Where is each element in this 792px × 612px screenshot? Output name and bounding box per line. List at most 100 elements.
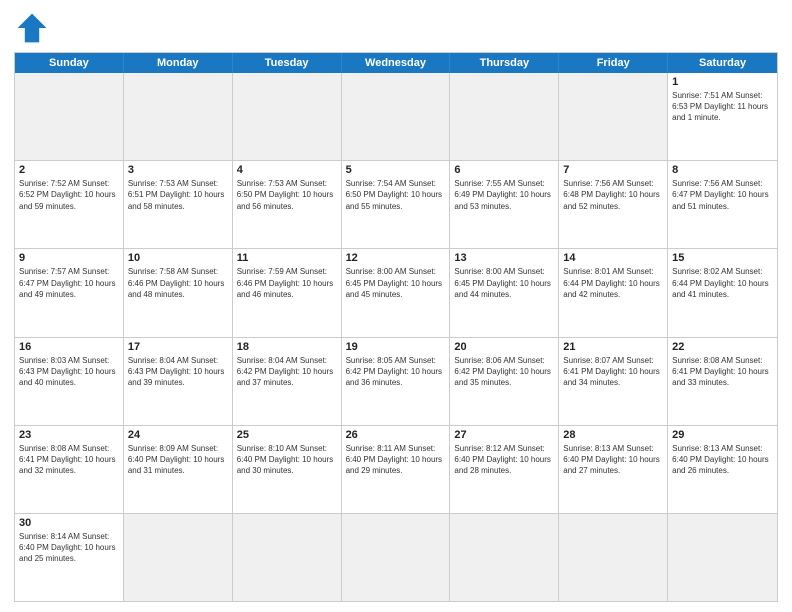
day-header-monday: Monday <box>124 53 233 73</box>
day-info: Sunrise: 8:13 AM Sunset: 6:40 PM Dayligh… <box>563 443 663 477</box>
day-info: Sunrise: 8:00 AM Sunset: 6:45 PM Dayligh… <box>454 266 554 300</box>
week-row-1: 2Sunrise: 7:52 AM Sunset: 6:52 PM Daylig… <box>15 161 777 249</box>
day-number: 30 <box>19 517 119 529</box>
day-cell: 5 Sunrise: 7:54 AM Sunset: 6:50 PM Daylig… <box>342 161 451 248</box>
day-info: Sunrise: 8:04 AM Sunset: 6:43 PM Dayligh… <box>128 355 228 389</box>
week-row-2: 9 Sunrise: 7:57 AM Sunset: 6:47 PM Daylig… <box>15 249 777 337</box>
day-header-friday: Friday <box>559 53 668 73</box>
day-cell: 22 Sunrise: 8:08 AM Sunset: 6:41 PM Dayli… <box>668 338 777 425</box>
day-cell <box>342 73 451 160</box>
day-cell: 1 Sunrise: 7:51 AM Sunset: 6:53 PM Daylig… <box>668 73 777 160</box>
day-number: 24 <box>128 429 228 441</box>
day-cell: 28 Sunrise: 8:13 AM Sunset: 6:40 PM Dayli… <box>559 426 668 513</box>
day-cell: 27Sunrise: 8:12 AM Sunset: 6:40 PM Dayli… <box>450 426 559 513</box>
day-number: 10 <box>128 252 228 264</box>
day-number: 17 <box>128 341 228 353</box>
day-number: 19 <box>346 341 446 353</box>
day-number: 11 <box>237 252 337 264</box>
day-info: Sunrise: 7:53 AM Sunset: 6:50 PM Dayligh… <box>237 178 337 212</box>
day-cell: 19 Sunrise: 8:05 AM Sunset: 6:42 PM Dayli… <box>342 338 451 425</box>
day-cell: 13 Sunrise: 8:00 AM Sunset: 6:45 PM Dayli… <box>450 249 559 336</box>
day-number: 21 <box>563 341 663 353</box>
day-number: 18 <box>237 341 337 353</box>
day-cell: 17 Sunrise: 8:04 AM Sunset: 6:43 PM Dayli… <box>124 338 233 425</box>
day-cell <box>15 73 124 160</box>
day-info: Sunrise: 8:01 AM Sunset: 6:44 PM Dayligh… <box>563 266 663 300</box>
day-header-tuesday: Tuesday <box>233 53 342 73</box>
day-number: 3 <box>128 164 228 176</box>
day-cell <box>233 73 342 160</box>
calendar-body: 1 Sunrise: 7:51 AM Sunset: 6:53 PM Daylig… <box>15 73 777 601</box>
day-cell: 9 Sunrise: 7:57 AM Sunset: 6:47 PM Daylig… <box>15 249 124 336</box>
day-info: Sunrise: 8:13 AM Sunset: 6:40 PM Dayligh… <box>672 443 773 477</box>
day-info: Sunrise: 8:03 AM Sunset: 6:43 PM Dayligh… <box>19 355 119 389</box>
day-cell <box>450 73 559 160</box>
week-row-0: 1 Sunrise: 7:51 AM Sunset: 6:53 PM Daylig… <box>15 73 777 161</box>
day-number: 28 <box>563 429 663 441</box>
day-number: 16 <box>19 341 119 353</box>
logo <box>14 10 54 46</box>
day-cell <box>124 73 233 160</box>
day-number: 15 <box>672 252 773 264</box>
day-info: Sunrise: 7:56 AM Sunset: 6:48 PM Dayligh… <box>563 178 663 212</box>
day-info: Sunrise: 8:14 AM Sunset: 6:40 PM Dayligh… <box>19 531 119 565</box>
day-cell: 7 Sunrise: 7:56 AM Sunset: 6:48 PM Daylig… <box>559 161 668 248</box>
day-info: Sunrise: 8:07 AM Sunset: 6:41 PM Dayligh… <box>563 355 663 389</box>
day-cell <box>450 514 559 601</box>
day-number: 7 <box>563 164 663 176</box>
week-row-5: 30 Sunrise: 8:14 AM Sunset: 6:40 PM Dayli… <box>15 514 777 601</box>
logo-icon <box>14 10 50 46</box>
day-cell <box>233 514 342 601</box>
day-cell: 20Sunrise: 8:06 AM Sunset: 6:42 PM Dayli… <box>450 338 559 425</box>
day-info: Sunrise: 7:53 AM Sunset: 6:51 PM Dayligh… <box>128 178 228 212</box>
day-cell: 8Sunrise: 7:56 AM Sunset: 6:47 PM Daylig… <box>668 161 777 248</box>
day-cell: 29Sunrise: 8:13 AM Sunset: 6:40 PM Dayli… <box>668 426 777 513</box>
day-cell: 3 Sunrise: 7:53 AM Sunset: 6:51 PM Daylig… <box>124 161 233 248</box>
day-number: 9 <box>19 252 119 264</box>
day-info: Sunrise: 7:54 AM Sunset: 6:50 PM Dayligh… <box>346 178 446 212</box>
day-cell: 16 Sunrise: 8:03 AM Sunset: 6:43 PM Dayli… <box>15 338 124 425</box>
day-cell: 14 Sunrise: 8:01 AM Sunset: 6:44 PM Dayli… <box>559 249 668 336</box>
day-info: Sunrise: 7:56 AM Sunset: 6:47 PM Dayligh… <box>672 178 773 212</box>
day-cell: 23Sunrise: 8:08 AM Sunset: 6:41 PM Dayli… <box>15 426 124 513</box>
day-cell: 21 Sunrise: 8:07 AM Sunset: 6:41 PM Dayli… <box>559 338 668 425</box>
day-number: 22 <box>672 341 773 353</box>
day-info: Sunrise: 7:51 AM Sunset: 6:53 PM Dayligh… <box>672 90 773 124</box>
day-cell: 6Sunrise: 7:55 AM Sunset: 6:49 PM Daylig… <box>450 161 559 248</box>
day-cell: 24 Sunrise: 8:09 AM Sunset: 6:40 PM Dayli… <box>124 426 233 513</box>
day-info: Sunrise: 8:05 AM Sunset: 6:42 PM Dayligh… <box>346 355 446 389</box>
day-cell <box>124 514 233 601</box>
day-info: Sunrise: 8:04 AM Sunset: 6:42 PM Dayligh… <box>237 355 337 389</box>
day-info: Sunrise: 7:57 AM Sunset: 6:47 PM Dayligh… <box>19 266 119 300</box>
week-row-4: 23Sunrise: 8:08 AM Sunset: 6:41 PM Dayli… <box>15 426 777 514</box>
day-cell: 25Sunrise: 8:10 AM Sunset: 6:40 PM Dayli… <box>233 426 342 513</box>
day-headers: SundayMondayTuesdayWednesdayThursdayFrid… <box>15 53 777 73</box>
day-number: 26 <box>346 429 446 441</box>
day-info: Sunrise: 8:09 AM Sunset: 6:40 PM Dayligh… <box>128 443 228 477</box>
day-number: 5 <box>346 164 446 176</box>
day-cell: 4Sunrise: 7:53 AM Sunset: 6:50 PM Daylig… <box>233 161 342 248</box>
day-number: 14 <box>563 252 663 264</box>
day-number: 27 <box>454 429 554 441</box>
day-cell: 30 Sunrise: 8:14 AM Sunset: 6:40 PM Dayli… <box>15 514 124 601</box>
day-number: 20 <box>454 341 554 353</box>
day-cell: 12Sunrise: 8:00 AM Sunset: 6:45 PM Dayli… <box>342 249 451 336</box>
day-info: Sunrise: 7:58 AM Sunset: 6:46 PM Dayligh… <box>128 266 228 300</box>
day-header-wednesday: Wednesday <box>342 53 451 73</box>
day-number: 1 <box>672 76 773 88</box>
day-cell: 26 Sunrise: 8:11 AM Sunset: 6:40 PM Dayli… <box>342 426 451 513</box>
day-cell: 11Sunrise: 7:59 AM Sunset: 6:46 PM Dayli… <box>233 249 342 336</box>
page: SundayMondayTuesdayWednesdayThursdayFrid… <box>0 0 792 612</box>
day-number: 13 <box>454 252 554 264</box>
day-cell <box>668 514 777 601</box>
day-cell <box>559 73 668 160</box>
day-cell: 18 Sunrise: 8:04 AM Sunset: 6:42 PM Dayli… <box>233 338 342 425</box>
header <box>14 10 778 46</box>
week-row-3: 16 Sunrise: 8:03 AM Sunset: 6:43 PM Dayli… <box>15 338 777 426</box>
day-info: Sunrise: 7:52 AM Sunset: 6:52 PM Dayligh… <box>19 178 119 212</box>
day-cell: 2Sunrise: 7:52 AM Sunset: 6:52 PM Daylig… <box>15 161 124 248</box>
day-header-thursday: Thursday <box>450 53 559 73</box>
day-info: Sunrise: 8:08 AM Sunset: 6:41 PM Dayligh… <box>672 355 773 389</box>
day-number: 25 <box>237 429 337 441</box>
day-info: Sunrise: 8:11 AM Sunset: 6:40 PM Dayligh… <box>346 443 446 477</box>
